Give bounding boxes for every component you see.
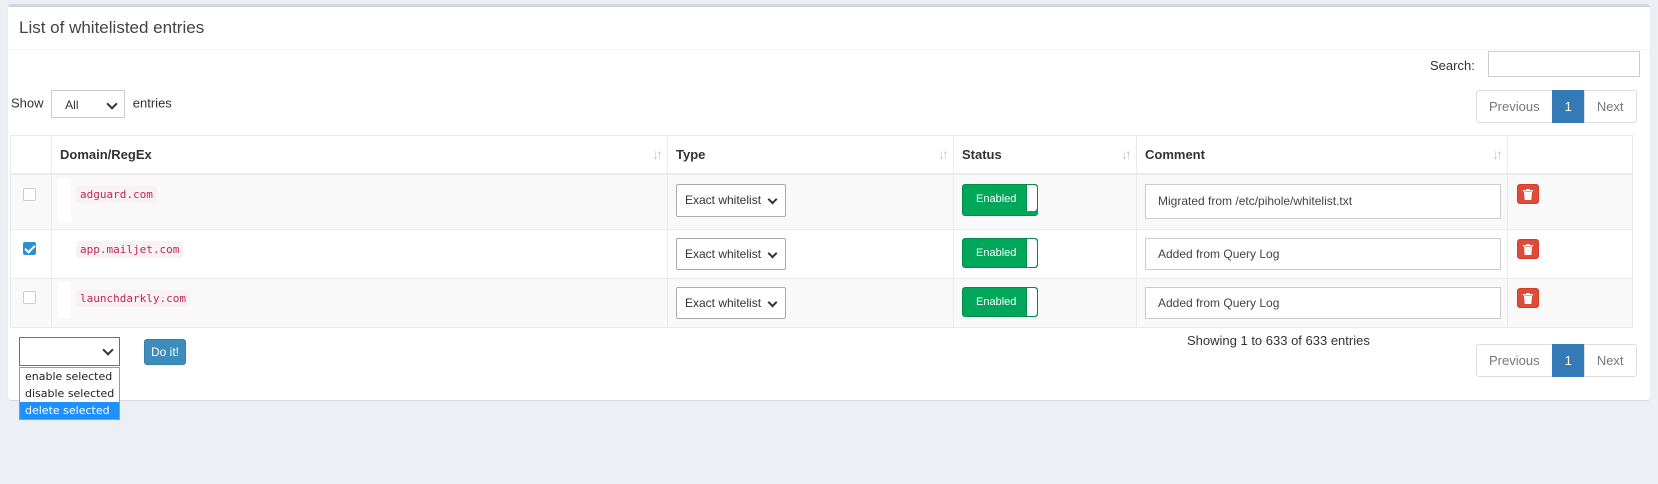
sort-icon[interactable]: ↓↑ [1121, 146, 1132, 162]
next-button[interactable]: Next [1583, 344, 1637, 377]
column-header-type[interactable]: Type ↓↑ [667, 136, 953, 173]
show-label: Show [11, 95, 44, 111]
pagination-bottom: Previous 1 Next [1476, 344, 1637, 377]
status-toggle[interactable]: Enabled [962, 184, 1038, 216]
comment-input[interactable]: Added from Query Log [1145, 238, 1501, 270]
chevron-down-icon [767, 194, 778, 205]
row-checkbox[interactable] [23, 188, 36, 201]
page-1-button[interactable]: 1 [1551, 90, 1585, 123]
next-button[interactable]: Next [1583, 90, 1637, 123]
delete-button[interactable] [1517, 239, 1539, 259]
option-disable-selected[interactable]: disable selected [20, 385, 119, 402]
sort-icon[interactable]: ↓↑ [652, 146, 663, 162]
domain-text: app.mailjet.com [76, 241, 184, 258]
type-select[interactable]: Exact whitelist [676, 238, 786, 270]
domain-text: launchdarkly.com [76, 290, 190, 307]
comment-input[interactable]: Added from Query Log [1145, 287, 1501, 319]
previous-button[interactable]: Previous [1476, 344, 1553, 377]
entries-length-value: All [65, 97, 79, 112]
type-select[interactable]: Exact whitelist [676, 184, 786, 217]
search-label: Search: [1430, 58, 1475, 73]
status-toggle[interactable]: Enabled [962, 238, 1038, 268]
actions-column-header [1507, 136, 1633, 173]
option-enable-selected[interactable]: enable selected [20, 368, 119, 385]
table-header-row: Domain/RegEx ↓↑ Type ↓↑ Status ↓↑ Commen… [10, 135, 1633, 175]
trash-icon [1523, 244, 1533, 255]
pagination-top: Previous 1 Next [1476, 90, 1637, 123]
delete-button[interactable] [1517, 184, 1539, 204]
search-input[interactable] [1488, 51, 1640, 77]
table-row: app.mailjet.com Exact whitelist Enabled … [10, 230, 1633, 279]
select-column-header [10, 136, 51, 173]
trash-icon [1523, 293, 1533, 304]
bulk-action-select[interactable] [19, 337, 120, 366]
chevron-down-icon [106, 97, 118, 110]
length-control: Show All entries [11, 88, 172, 118]
table-row: launchdarkly.com Exact whitelist Enabled… [10, 279, 1633, 328]
domain-text: adguard.com [76, 186, 157, 203]
chevron-down-icon [767, 248, 778, 259]
bulk-action-dropdown: enable selected disable selected delete … [19, 367, 120, 420]
table-info: Showing 1 to 633 of 633 entries [1187, 333, 1370, 348]
previous-button[interactable]: Previous [1476, 90, 1553, 123]
sort-icon[interactable]: ↓↑ [1492, 146, 1503, 162]
sort-icon[interactable]: ↓↑ [938, 146, 949, 162]
delete-button[interactable] [1517, 288, 1539, 308]
table-row: adguard.com Exact whitelist Enabled Migr… [10, 175, 1633, 230]
chevron-down-icon [102, 344, 114, 356]
trash-icon [1523, 189, 1533, 200]
do-it-button[interactable]: Do it! [144, 339, 186, 365]
row-checkbox[interactable] [23, 291, 36, 304]
whitelist-table: Domain/RegEx ↓↑ Type ↓↑ Status ↓↑ Commen… [10, 135, 1633, 328]
entries-label: entries [132, 95, 172, 111]
type-select[interactable]: Exact whitelist [676, 287, 786, 319]
status-toggle[interactable]: Enabled [962, 287, 1038, 317]
page-1-button[interactable]: 1 [1551, 344, 1585, 377]
row-checkbox[interactable] [23, 242, 36, 255]
column-header-domain[interactable]: Domain/RegEx ↓↑ [51, 136, 667, 173]
comment-input[interactable]: Migrated from /etc/pihole/whitelist.txt [1145, 184, 1501, 219]
chevron-down-icon [767, 297, 778, 308]
column-header-comment[interactable]: Comment ↓↑ [1136, 136, 1507, 173]
entries-length-select[interactable]: All [51, 89, 126, 118]
box-title: List of whitelisted entries [8, 7, 1650, 50]
option-delete-selected[interactable]: delete selected [20, 402, 119, 419]
column-header-status[interactable]: Status ↓↑ [953, 136, 1136, 173]
